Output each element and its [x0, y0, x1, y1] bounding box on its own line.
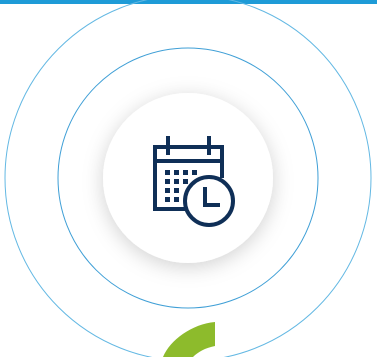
illustration-canvas [0, 0, 377, 357]
calendar-illustration [4, 0, 372, 357]
icon-disc [103, 93, 273, 263]
green-arc-shape [163, 322, 215, 357]
